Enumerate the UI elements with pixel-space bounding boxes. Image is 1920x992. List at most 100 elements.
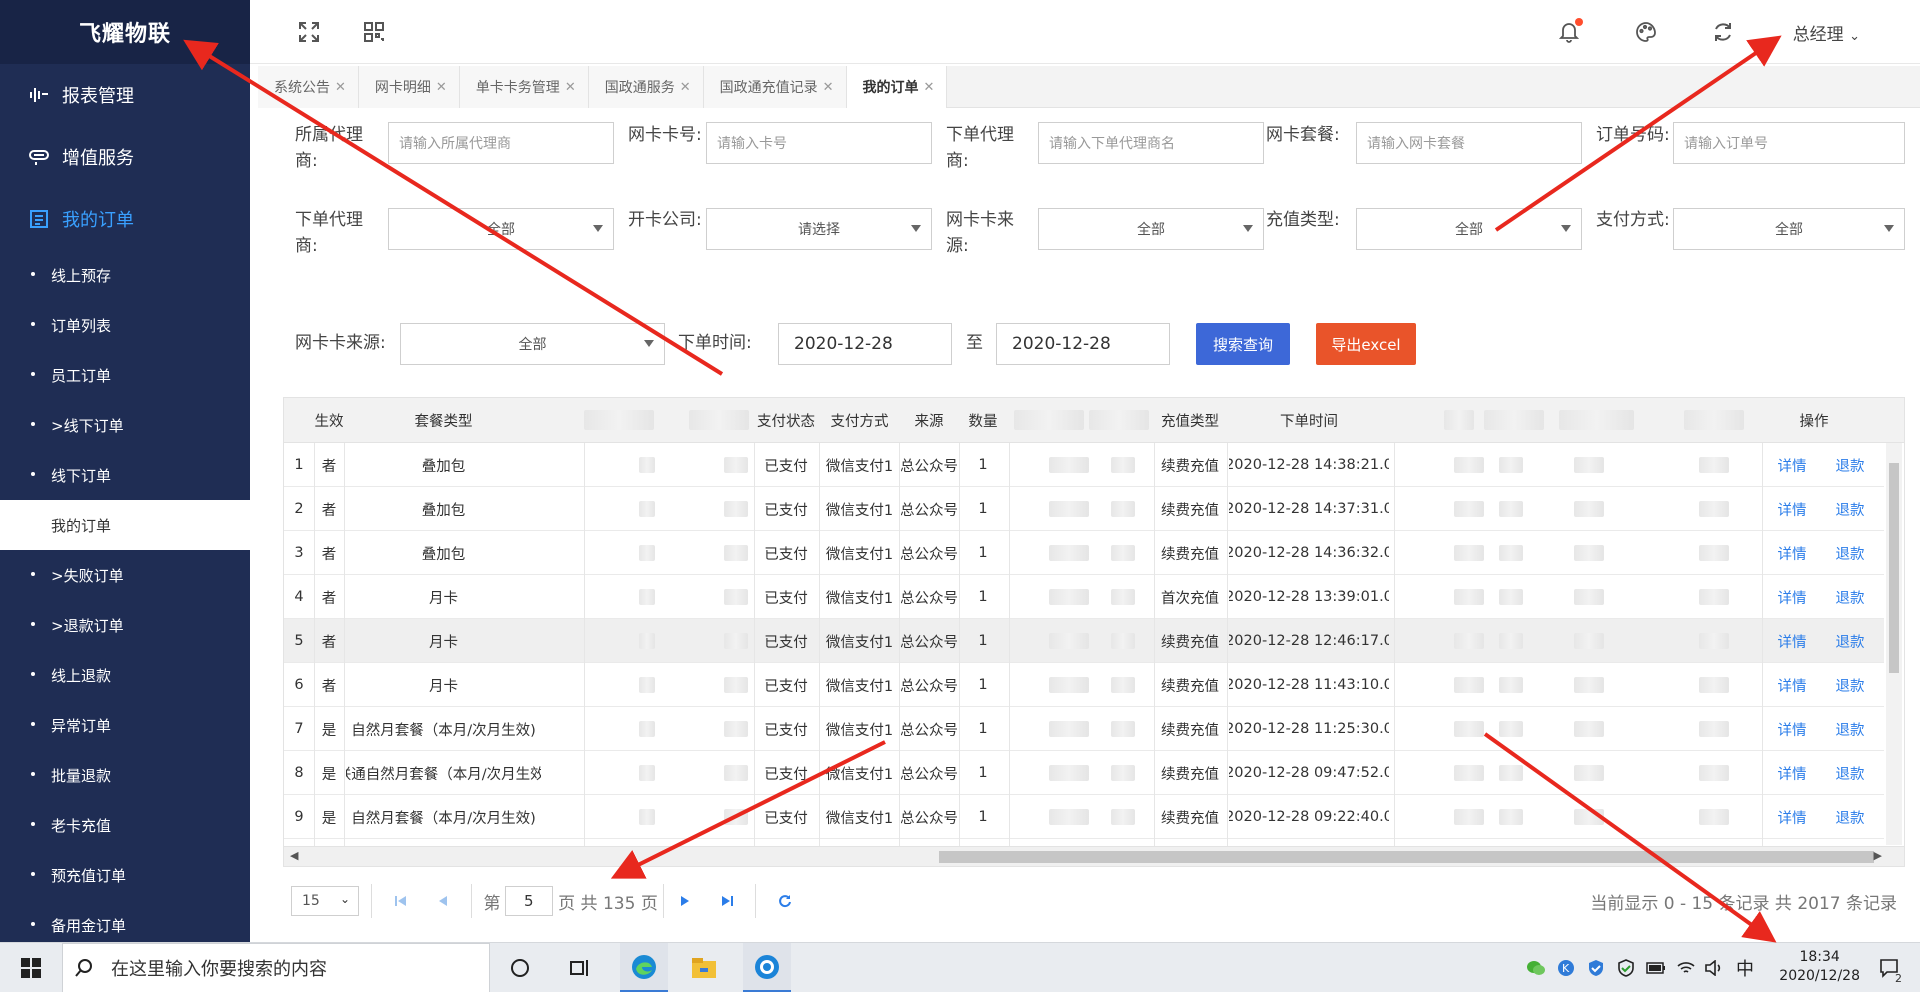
submenu-item[interactable]: 线下订单: [0, 450, 250, 500]
table-row[interactable]: 1 者 叠加包 已支付 微信支付1 总公众号 1 续费充值 2020-12-28 14:38:2…: [284, 443, 1884, 487]
table-row[interactable]: 5 者 月卡 已支付 微信支付1 总公众号 1 续费充值 2020-12-28 12:46:17…: [284, 619, 1884, 663]
page-tab[interactable]: 系统公告 ✕: [258, 66, 359, 108]
refund-link[interactable]: 退款: [1822, 663, 1878, 707]
detail-link[interactable]: 详情: [1764, 487, 1820, 531]
refund-link[interactable]: 退款: [1822, 707, 1878, 751]
filter-text-input[interactable]: 请输入下单代理商名: [1038, 122, 1264, 164]
file-explorer-icon[interactable]: [680, 943, 728, 992]
submenu-item[interactable]: 备用金订单: [0, 900, 250, 942]
detail-link[interactable]: 详情: [1764, 531, 1820, 575]
detail-link[interactable]: 详情: [1764, 751, 1820, 795]
submenu-item[interactable]: 预充值订单: [0, 850, 250, 900]
submenu-item[interactable]: 线上预存: [0, 250, 250, 300]
refund-link[interactable]: 退款: [1822, 531, 1878, 575]
filter-text-input[interactable]: 请输入卡号: [706, 122, 932, 164]
volume-icon[interactable]: [1703, 943, 1725, 992]
submenu-item[interactable]: 订单列表: [0, 300, 250, 350]
fullscreen-icon[interactable]: [297, 20, 321, 44]
close-icon[interactable]: ✕: [436, 80, 447, 95]
refund-link[interactable]: 退款: [1822, 619, 1878, 663]
submenu-item[interactable]: 异常订单: [0, 700, 250, 750]
detail-link[interactable]: 详情: [1764, 575, 1820, 619]
next-page-icon[interactable]: [675, 886, 695, 916]
page-tab[interactable]: 国政通服务 ✕: [588, 66, 704, 108]
card-source-select[interactable]: 全部: [400, 323, 665, 365]
vertical-scrollbar[interactable]: [1886, 443, 1902, 845]
browser-app-icon[interactable]: [743, 943, 791, 992]
shield-tray-icon[interactable]: [1585, 943, 1607, 992]
taskbar-search-input[interactable]: 在这里输入你要搜索的内容: [62, 943, 490, 992]
theme-palette-icon[interactable]: [1634, 20, 1658, 44]
filter-text-input[interactable]: 请输入网卡套餐: [1356, 122, 1582, 164]
table-row[interactable]: 4 者 月卡 已支付 微信支付1 总公众号 1 首次充值 2020-12-28 13:39:01…: [284, 575, 1884, 619]
table-row[interactable]: 2 者 叠加包 已支付 微信支付1 总公众号 1 续费充值 2020-12-28 14:37:3…: [284, 487, 1884, 531]
page-size-select[interactable]: 15 ⌄: [291, 886, 359, 916]
wifi-icon[interactable]: [1675, 943, 1697, 992]
detail-link[interactable]: 详情: [1764, 707, 1820, 751]
submenu-item[interactable]: 老卡充值: [0, 800, 250, 850]
submenu-item[interactable]: 批量退款: [0, 750, 250, 800]
wechat-tray-icon[interactable]: [1525, 943, 1547, 992]
submenu-item[interactable]: >失败订单: [0, 550, 250, 600]
table-row[interactable]: 8 是联通自然月套餐（本月/次月生效) 已支付 微信支付1 总公众号 1 续费充值 2020-…: [284, 751, 1884, 795]
scroll-right-icon[interactable]: ▶: [1874, 849, 1882, 862]
windows-start-icon[interactable]: [14, 943, 48, 992]
k-app-tray-icon[interactable]: K: [1555, 943, 1577, 992]
refund-link[interactable]: 退款: [1822, 795, 1878, 839]
filter-select[interactable]: 全部: [1356, 208, 1582, 250]
refund-link[interactable]: 退款: [1822, 751, 1878, 795]
detail-link[interactable]: 详情: [1764, 443, 1820, 487]
edge-browser-icon[interactable]: [620, 943, 668, 992]
close-icon[interactable]: ✕: [565, 80, 576, 95]
page-tab[interactable]: 国政通充值记录 ✕: [703, 66, 847, 108]
horizontal-scroll-thumb[interactable]: [939, 851, 1874, 863]
submenu-item[interactable]: >线下订单: [0, 400, 250, 450]
submenu-item[interactable]: 线上退款: [0, 650, 250, 700]
filter-select[interactable]: 请选择: [706, 208, 932, 250]
filter-select[interactable]: 全部: [1673, 208, 1905, 250]
taskbar-clock[interactable]: 18:34 2020/12/28: [1779, 948, 1860, 986]
qrcode-icon[interactable]: [362, 20, 386, 44]
first-page-icon[interactable]: [391, 886, 411, 916]
filter-select[interactable]: 全部: [388, 208, 614, 250]
page-tab[interactable]: 我的订单 ✕: [846, 66, 948, 108]
menu-report[interactable]: 报表管理: [0, 64, 250, 126]
vertical-scroll-thumb[interactable]: [1889, 463, 1899, 673]
detail-link[interactable]: 详情: [1764, 795, 1820, 839]
user-menu[interactable]: 总经理 ⌄: [1793, 20, 1860, 45]
submenu-item[interactable]: 我的订单: [0, 500, 250, 550]
last-page-icon[interactable]: [717, 886, 737, 916]
date-to-input[interactable]: 2020-12-28: [996, 323, 1170, 365]
close-icon[interactable]: ✕: [680, 80, 691, 95]
refund-link[interactable]: 退款: [1822, 443, 1878, 487]
submenu-item[interactable]: >退款订单: [0, 600, 250, 650]
horizontal-scrollbar[interactable]: ◀ ▶: [284, 846, 1904, 866]
detail-link[interactable]: 详情: [1764, 619, 1820, 663]
reload-icon[interactable]: [775, 886, 795, 916]
refund-link[interactable]: 退款: [1822, 487, 1878, 531]
date-from-input[interactable]: 2020-12-28: [778, 323, 952, 365]
prev-page-icon[interactable]: [433, 886, 453, 916]
filter-text-input[interactable]: 请输入所属代理商: [388, 122, 614, 164]
filter-select[interactable]: 全部: [1038, 208, 1264, 250]
refund-link[interactable]: 退款: [1822, 575, 1878, 619]
page-number-input[interactable]: 5: [505, 886, 553, 916]
scroll-left-icon[interactable]: ◀: [290, 849, 298, 862]
menu-my-orders[interactable]: 我的订单: [0, 188, 250, 250]
notification-center-icon[interactable]: 2: [1875, 943, 1905, 992]
defender-tray-icon[interactable]: [1615, 943, 1637, 992]
filter-text-input[interactable]: 请输入订单号: [1673, 122, 1905, 164]
submenu-item[interactable]: 员工订单: [0, 350, 250, 400]
page-tab[interactable]: 网卡明细 ✕: [358, 66, 460, 108]
cortana-circle-icon[interactable]: [505, 943, 535, 992]
close-icon[interactable]: ✕: [823, 80, 834, 95]
bell-icon[interactable]: [1557, 18, 1583, 44]
table-row[interactable]: 9 是自然月套餐（本月/次月生效) 已支付 微信支付1 总公众号 1 续费充值 2020-12…: [284, 795, 1884, 839]
table-row[interactable]: 7 是自然月套餐（本月/次月生效) 已支付 微信支付1 总公众号 1 续费充值 2020-12…: [284, 707, 1884, 751]
refresh-icon[interactable]: [1711, 20, 1735, 44]
table-row[interactable]: 3 者 叠加包 已支付 微信支付1 总公众号 1 续费充值 2020-12-28 14:36:3…: [284, 531, 1884, 575]
close-icon[interactable]: ✕: [924, 80, 935, 95]
task-view-icon[interactable]: [565, 943, 595, 992]
table-row[interactable]: 6 者 月卡 已支付 微信支付1 总公众号 1 续费充值 2020-12-28 11:43:10…: [284, 663, 1884, 707]
detail-link[interactable]: 详情: [1764, 663, 1820, 707]
